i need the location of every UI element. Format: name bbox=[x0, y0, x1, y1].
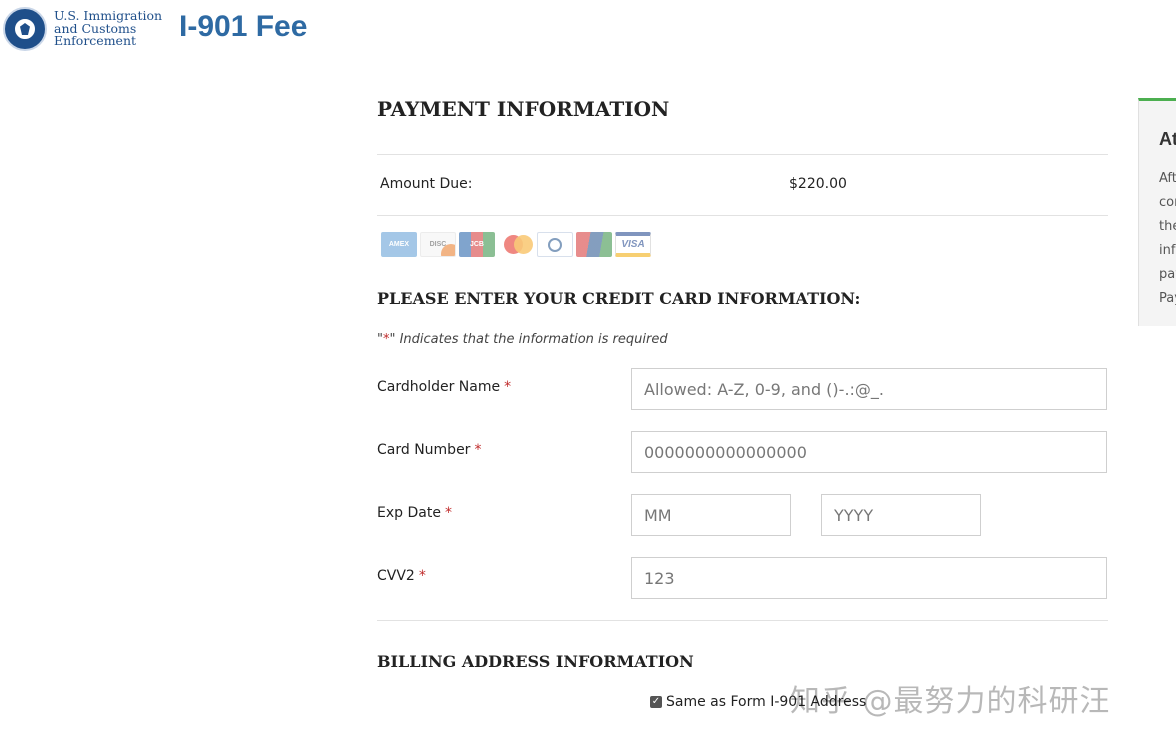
card-number-label-text: Card Number bbox=[377, 442, 471, 458]
divider bbox=[377, 215, 1108, 216]
card-number-input[interactable] bbox=[631, 431, 1107, 473]
mastercard-logo-icon bbox=[498, 232, 534, 257]
dhs-seal-logo bbox=[3, 7, 47, 51]
payment-information-heading: PAYMENT INFORMATION bbox=[377, 97, 670, 121]
required-note: "*" Indicates that the information is re… bbox=[377, 332, 668, 347]
required-asterisk: * bbox=[474, 442, 482, 458]
accepted-cards: AMEX DISC JCB VISA bbox=[381, 232, 651, 257]
exp-month-input[interactable] bbox=[631, 494, 791, 536]
cvv2-label-text: CVV2 bbox=[377, 568, 415, 584]
visa-logo-icon: VISA bbox=[615, 232, 651, 257]
discover-logo-icon: DISC bbox=[420, 232, 456, 257]
amount-due-value: $220.00 bbox=[789, 176, 847, 192]
jcb-logo-icon: JCB bbox=[459, 232, 495, 257]
required-asterisk: * bbox=[444, 505, 452, 521]
sidebar-title: At bbox=[1159, 129, 1176, 149]
sidebar-text-line: inf bbox=[1159, 243, 1176, 258]
amount-due-label: Amount Due: bbox=[380, 176, 473, 192]
required-asterisk: * bbox=[418, 568, 426, 584]
amex-logo-icon: AMEX bbox=[381, 232, 417, 257]
divider bbox=[377, 620, 1108, 621]
required-note-text: " Indicates that the information is requ… bbox=[389, 332, 668, 347]
exp-date-label-text: Exp Date bbox=[377, 505, 441, 521]
watermark: 知乎 @最努力的科研汪 bbox=[790, 684, 1111, 719]
sidebar-text-line: Aft bbox=[1159, 171, 1176, 186]
cardholder-name-label-text: Cardholder Name bbox=[377, 379, 501, 395]
cardholder-name-label: Cardholder Name * bbox=[377, 379, 511, 395]
exp-year-input[interactable] bbox=[821, 494, 981, 536]
exp-date-label: Exp Date * bbox=[377, 505, 452, 521]
agency-line-3: Enforcement bbox=[54, 33, 137, 48]
sidebar-text-line: pay bbox=[1159, 267, 1176, 282]
cvv2-input[interactable] bbox=[631, 557, 1107, 599]
agency-name: U.S. Immigration and Customs Enforcement bbox=[54, 9, 164, 48]
unionpay-logo-icon bbox=[576, 232, 612, 257]
billing-address-heading: BILLING ADDRESS INFORMATION bbox=[377, 652, 694, 671]
sidebar-text-line: cor bbox=[1159, 195, 1176, 210]
sidebar-text-line: the bbox=[1159, 219, 1176, 234]
diners-club-logo-icon bbox=[537, 232, 573, 257]
cardholder-name-input[interactable] bbox=[631, 368, 1107, 410]
divider bbox=[377, 154, 1108, 155]
credit-card-heading: PLEASE ENTER YOUR CREDIT CARD INFORMATIO… bbox=[377, 289, 861, 308]
same-as-address-checkbox[interactable]: ✓ bbox=[650, 696, 662, 708]
sidebar-text-line: Pay bbox=[1159, 291, 1176, 306]
info-sidebar-panel: At Aft cor the inf pay Pay bbox=[1138, 98, 1176, 326]
card-number-label: Card Number * bbox=[377, 442, 481, 458]
app-title: I-901 Fee bbox=[179, 10, 308, 43]
cvv2-label: CVV2 * bbox=[377, 568, 426, 584]
required-asterisk: * bbox=[504, 379, 512, 395]
